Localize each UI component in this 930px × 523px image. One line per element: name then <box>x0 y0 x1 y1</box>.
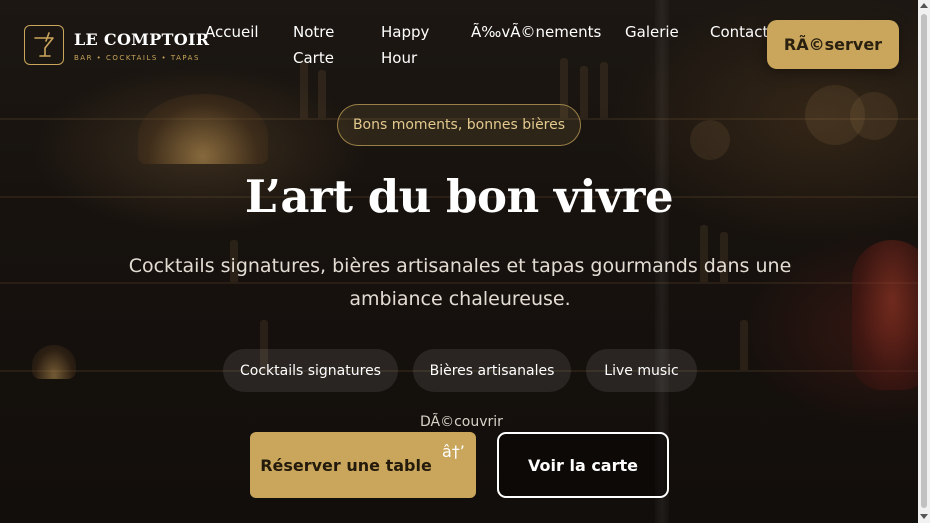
discover-link[interactable]: DÃ©couvrir <box>420 414 503 430</box>
feature-pill-cocktails: Cocktails signatures <box>223 349 398 392</box>
brand-name[interactable]: LE COMPTOIR <box>74 30 209 49</box>
reserve-table-label: Réserver une table <box>260 455 432 475</box>
nav-item-contact[interactable]: Contact <box>710 19 768 45</box>
scrollbar-thumb[interactable] <box>921 14 927 508</box>
hero-title: L’art du bon vivre <box>244 170 674 223</box>
bottle <box>600 62 608 118</box>
hero-subtitle: Cocktails signatures, bières artisanales… <box>128 255 792 310</box>
bokeh-light <box>690 120 730 160</box>
bottle <box>740 320 748 370</box>
table-lamp <box>32 345 76 379</box>
nav-item-happy-hour[interactable]: Happy Hour <box>381 19 441 71</box>
nav-item-accueil[interactable]: Accueil <box>205 19 259 45</box>
scrollbar[interactable] <box>918 0 930 523</box>
nav-item-notre-carte[interactable]: Notre Carte <box>293 19 353 71</box>
feature-pill-live-music: Live music <box>586 349 697 392</box>
reserve-table-button[interactable]: Réserver une table â†’ <box>250 432 476 498</box>
nav-item-evenements[interactable]: Ã‰vÃ©nements <box>471 19 601 45</box>
brand-tagline: BAR • COCKTAILS • TAPAS <box>74 54 200 62</box>
wine-glass <box>852 240 918 390</box>
arrow-right-icon: â†’ <box>442 442 465 461</box>
view-menu-button[interactable]: Voir la carte <box>497 432 669 498</box>
scroll-down-icon[interactable] <box>920 514 928 519</box>
pendant-lamp <box>138 94 268 164</box>
scroll-up-icon[interactable] <box>920 3 928 8</box>
hero-tag: Bons moments, bonnes bières <box>337 104 581 146</box>
bottle <box>318 70 326 118</box>
bokeh-light <box>850 92 898 140</box>
cocktail-glass-icon <box>34 32 54 57</box>
nav-item-galerie[interactable]: Galerie <box>625 19 679 45</box>
logo-icon[interactable] <box>24 25 64 65</box>
feature-pill-bieres: Bières artisanales <box>413 349 571 392</box>
reserve-button[interactable]: RÃ©server <box>767 20 899 69</box>
bottle <box>580 66 588 118</box>
